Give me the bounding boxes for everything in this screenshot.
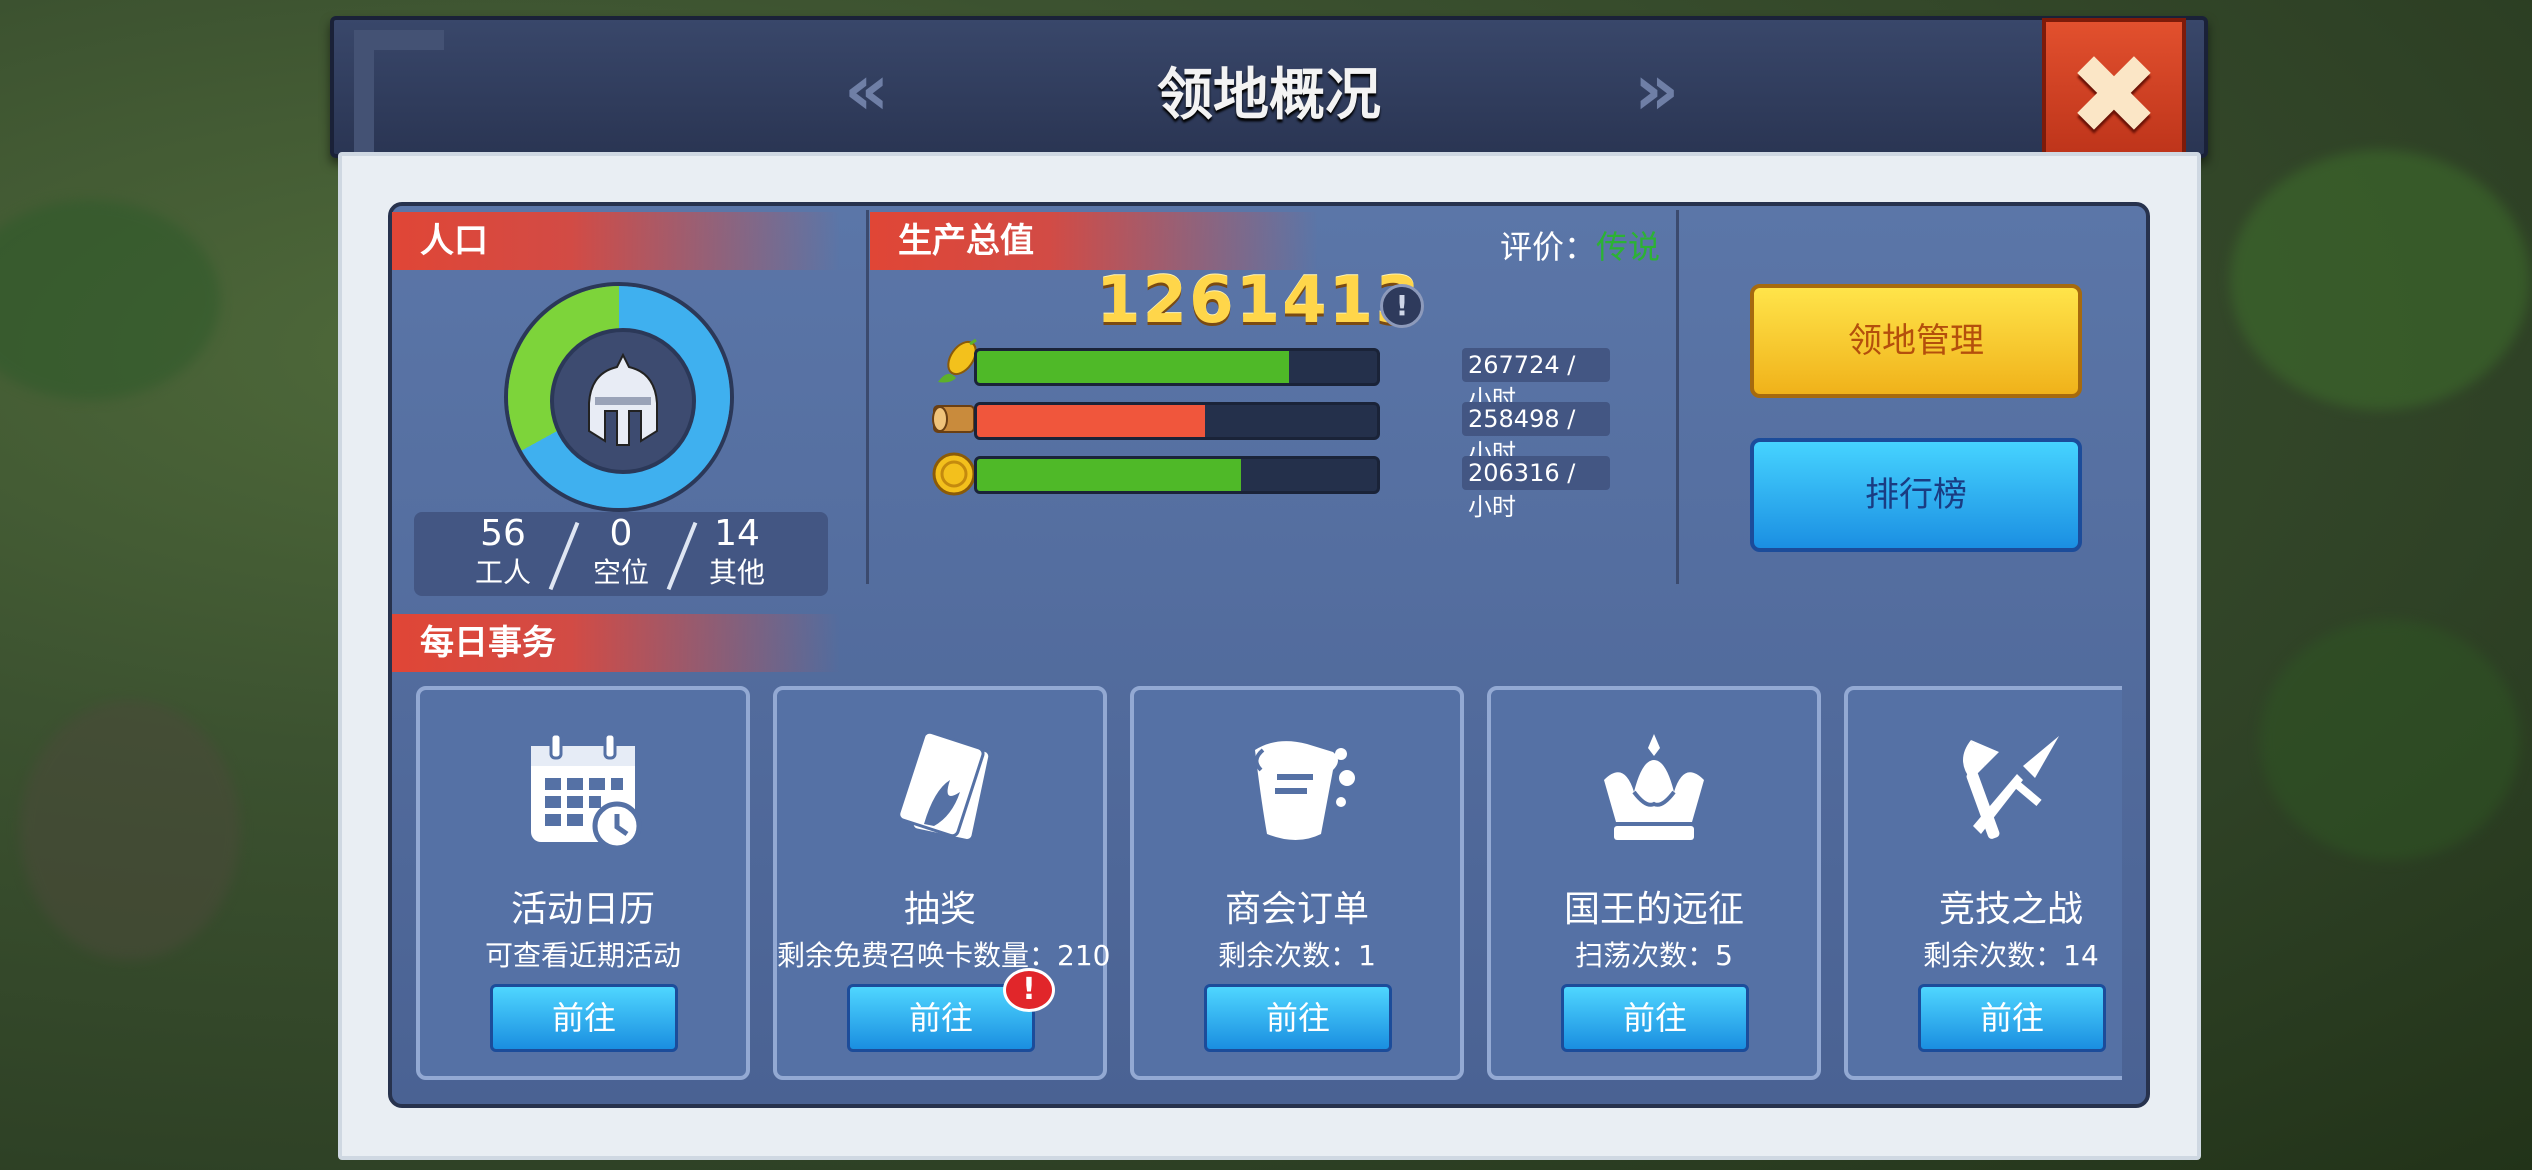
resource-row-wood: 258498 / 小时 (930, 396, 1610, 467)
resource-bar-fill (977, 405, 1205, 437)
resource-row-food: 267724 / 小时 (930, 338, 1610, 413)
card-go-button[interactable]: 前往 (490, 984, 678, 1052)
card-go-button[interactable]: 前往 (1918, 984, 2106, 1052)
card-go-button[interactable]: 前往 (1204, 984, 1392, 1052)
population-stats: 56 工人 0 空位 14 其他 (414, 512, 828, 596)
swords-icon (1963, 736, 2059, 839)
card-subtitle: 剩余免费召唤卡数量：210 (777, 939, 1111, 972)
resource-bar-track (974, 402, 1380, 440)
prev-page-arrow-icon[interactable]: « (844, 55, 889, 125)
background-tree (2260, 620, 2520, 860)
stat-label: 工人 (474, 556, 531, 589)
background-tree (0, 200, 220, 400)
close-icon: ✖ (2067, 31, 2161, 159)
window-title: 领地概况 (1157, 63, 1381, 128)
card-title: 竞技之战 (1938, 889, 2083, 930)
section-divider (1676, 210, 1679, 584)
section-divider (866, 210, 869, 584)
stat-value: 56 (480, 513, 526, 554)
daily-card-calendar: 活动日历 可查看近期活动 前往 (416, 686, 750, 1080)
card-title: 活动日历 (510, 889, 655, 930)
population-stat-vacant: 0 空位 (566, 512, 676, 590)
card-title: 国王的远征 (1563, 889, 1744, 930)
stat-label: 其他 (708, 556, 765, 589)
card-subtitle: 扫荡次数：5 (1575, 939, 1733, 972)
info-icon[interactable]: ! (1380, 284, 1424, 328)
population-donut-center (550, 328, 696, 474)
territory-management-button[interactable]: 领地管理 (1750, 284, 2082, 398)
card-go-button[interactable]: 前往 (1561, 984, 1749, 1052)
daily-card-lottery: 抽奖 剩余免费召唤卡数量：210 前往 ! (773, 686, 1111, 1080)
population-stat-workers: 56 工人 (448, 512, 558, 590)
scroll-icon (1254, 741, 1355, 840)
alert-badge-icon: ! (1003, 968, 1055, 1012)
daily-card-kings-expedition: 国王的远征 扫荡次数：5 前往 (1487, 686, 1821, 1080)
crown-icon (1604, 734, 1704, 840)
daily-card-guild-orders: 商会订单 剩余次数：1 前往 (1130, 686, 1464, 1080)
background-tree (2230, 150, 2530, 410)
next-page-arrow-icon[interactable]: » (1634, 55, 1679, 125)
title-bar: 领地概况 « » (330, 16, 2208, 160)
population-stat-other: 14 其他 (682, 512, 792, 590)
ranking-button[interactable]: 排行榜 (1750, 438, 2082, 552)
cards-icon (897, 730, 992, 843)
resource-bar-fill (977, 459, 1241, 491)
daily-cards-list[interactable]: 活动日历 可查看近期活动 前往 抽奖 剩余免费召唤卡数量：210 前往 ! 商会… (410, 680, 2122, 1084)
card-subtitle: 剩余次数：1 (1218, 939, 1376, 972)
stat-label: 空位 (592, 556, 649, 589)
resource-bar-track (974, 456, 1380, 494)
resource-rate: 206316 / 小时 (1462, 456, 1610, 521)
rating: 评价：传说 (1500, 222, 1660, 268)
card-title: 抽奖 (903, 889, 976, 930)
card-title: 商会订单 (1224, 889, 1369, 930)
production-section-label: 生产总值 (870, 212, 1318, 270)
population-donut-chart (508, 286, 730, 508)
daily-section-label: 每日事务 (392, 614, 840, 672)
stat-value: 14 (714, 513, 760, 554)
stat-value: 0 (609, 513, 633, 554)
resource-bar-fill (977, 351, 1289, 383)
card-subtitle: 可查看近期活动 (484, 939, 681, 972)
resource-bar-track (974, 348, 1380, 386)
resource-rate: 258498 / 小时 (1462, 402, 1610, 467)
rating-value: 传说 (1596, 228, 1661, 266)
production-total: 1261413 (1096, 264, 1422, 338)
resource-row-gold: 206316 / 小时 (930, 450, 1610, 521)
daily-card-arena: 竞技之战 剩余次数：14 前往 (1844, 686, 2122, 1080)
population-section-label: 人口 (392, 212, 840, 270)
resource-rate: 267724 / 小时 (1462, 348, 1610, 413)
rating-label: 评价： (1500, 228, 1597, 266)
card-subtitle: 剩余次数：14 (1923, 939, 2099, 972)
helmet-icon (588, 352, 658, 446)
background-tree (20, 700, 240, 960)
calendar-icon (531, 732, 642, 850)
